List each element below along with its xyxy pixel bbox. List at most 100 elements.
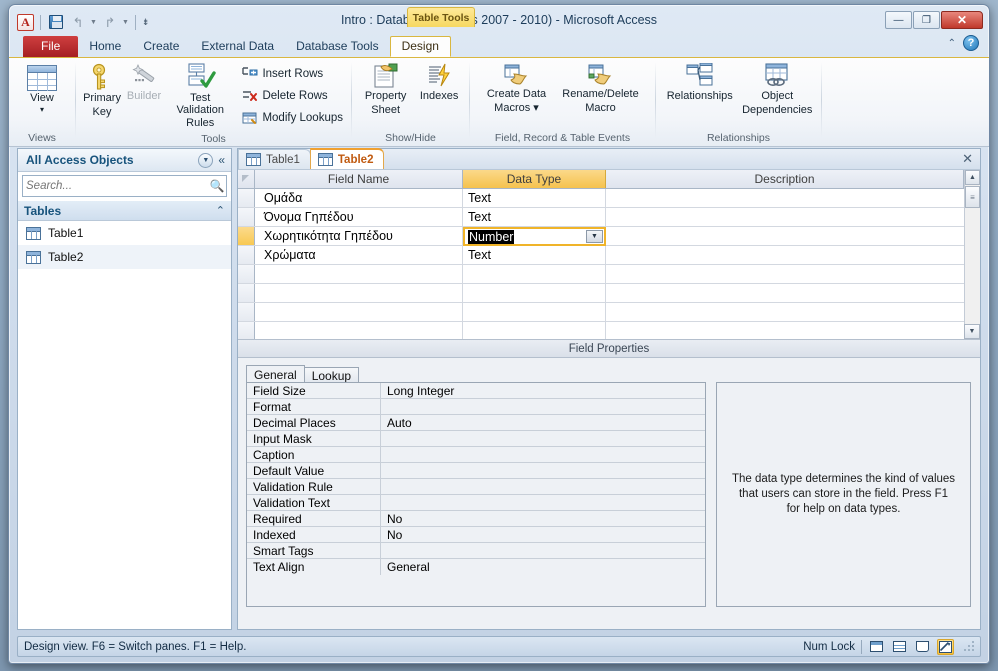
cell-field-name[interactable]: Χωρητικότητα Γηπέδου <box>255 227 463 245</box>
property-row-format[interactable]: Format <box>247 399 705 415</box>
test-validation-rules-button[interactable]: Test Validation Rules <box>165 61 235 132</box>
view-button[interactable]: View ▾ <box>21 61 63 117</box>
datasheet-view-button[interactable] <box>868 639 885 655</box>
nav-item-table1[interactable]: Table1 <box>18 221 231 245</box>
property-row-caption[interactable]: Caption <box>247 447 705 463</box>
cell-data-type[interactable]: Text <box>463 208 606 226</box>
column-header-field-name[interactable]: Field Name <box>255 170 463 188</box>
minimize-button[interactable]: — <box>885 11 912 29</box>
relationships-button[interactable]: Relationships <box>661 61 739 105</box>
row-selector[interactable] <box>238 208 255 226</box>
chevron-down-icon[interactable]: ▼ <box>586 230 603 243</box>
table-row[interactable]: Ομάδα Text <box>238 189 964 208</box>
cell-field-name[interactable] <box>255 322 463 339</box>
table-row[interactable]: Χρώματα Text <box>238 246 964 265</box>
cell-data-type[interactable]: Text <box>463 189 606 207</box>
cell-description[interactable] <box>606 284 964 302</box>
scrollbar-thumb[interactable]: ≡ <box>965 186 980 208</box>
restore-button[interactable]: ❐ <box>913 11 940 29</box>
close-button[interactable]: ✕ <box>941 11 983 29</box>
table-row[interactable]: Όνομα Γηπέδου Text <box>238 208 964 227</box>
cell-data-type[interactable] <box>463 322 606 339</box>
redo-icon[interactable]: ↱ <box>101 13 119 31</box>
property-value[interactable]: Auto <box>381 415 705 430</box>
property-value[interactable]: Long Integer <box>381 383 705 398</box>
view-dropdown-icon[interactable]: ▾ <box>40 104 44 116</box>
property-row-decimal-places[interactable]: Decimal Places Auto <box>247 415 705 431</box>
table-row-empty[interactable] <box>238 284 964 303</box>
nav-group-tables[interactable]: Tables ⌃ <box>18 200 231 221</box>
cell-description[interactable] <box>606 322 964 339</box>
property-value[interactable] <box>381 399 705 414</box>
search-box[interactable]: 🔍 <box>22 175 227 197</box>
delete-rows-button[interactable]: Delete Rows <box>239 85 346 106</box>
access-logo-icon[interactable]: A <box>17 13 34 31</box>
property-value[interactable]: No <box>381 527 705 542</box>
row-selector[interactable] <box>238 189 255 207</box>
row-selector[interactable] <box>238 246 255 264</box>
document-tab-table2[interactable]: Table2 <box>309 148 385 169</box>
ribbon-tab-database-tools[interactable]: Database Tools <box>285 36 390 57</box>
row-selector[interactable] <box>238 265 255 283</box>
primary-key-button[interactable]: Primary Key <box>81 61 123 120</box>
cell-description[interactable] <box>606 303 964 321</box>
chevron-down-icon[interactable]: ▼ <box>198 152 214 168</box>
table-row-empty[interactable] <box>238 265 964 284</box>
row-selector[interactable] <box>238 303 255 321</box>
close-icon[interactable]: ✕ <box>962 151 973 167</box>
property-row-text-align[interactable]: Text Align General <box>247 559 705 575</box>
property-value[interactable]: No <box>381 511 705 526</box>
pivotchart-view-button[interactable] <box>914 639 931 655</box>
cell-field-name[interactable] <box>255 303 463 321</box>
cell-data-type[interactable] <box>463 303 606 321</box>
property-row-smart-tags[interactable]: Smart Tags <box>247 543 705 559</box>
property-value[interactable] <box>381 463 705 478</box>
property-row-field-size[interactable]: Field Size Long Integer <box>247 383 705 399</box>
cell-description[interactable] <box>606 189 964 207</box>
row-selector[interactable] <box>238 322 255 339</box>
grid-vertical-scrollbar[interactable]: ▲ ≡ ▼ <box>964 170 980 339</box>
pivottable-view-button[interactable] <box>891 639 908 655</box>
chevron-up-icon[interactable]: ⌃ <box>216 204 225 217</box>
chevron-up-icon[interactable]: ⌃ <box>948 38 956 49</box>
help-icon[interactable]: ? <box>963 35 979 51</box>
cell-field-name[interactable] <box>255 284 463 302</box>
property-value[interactable] <box>381 495 705 510</box>
property-value[interactable] <box>381 431 705 446</box>
ribbon-tab-home[interactable]: Home <box>78 36 132 57</box>
column-header-data-type[interactable]: Data Type <box>463 170 606 188</box>
scroll-up-button[interactable]: ▲ <box>965 170 980 185</box>
cell-field-name[interactable] <box>255 265 463 283</box>
cell-data-type[interactable]: Text <box>463 246 606 264</box>
property-value[interactable] <box>381 447 705 462</box>
cell-field-name[interactable]: Ομάδα <box>255 189 463 207</box>
cell-data-type[interactable] <box>463 284 606 302</box>
cell-description[interactable] <box>606 208 964 226</box>
cell-data-type-editing[interactable]: Number ▼ <box>463 227 606 246</box>
create-data-macros-button[interactable]: Create Data Macros ▾ <box>479 61 555 116</box>
property-value[interactable] <box>381 543 705 558</box>
table-row-empty[interactable] <box>238 322 964 339</box>
undo-dropdown-icon[interactable]: ▼ <box>90 19 97 26</box>
column-header-description[interactable]: Description <box>606 170 964 188</box>
rename-delete-macro-button[interactable]: Rename/Delete Macro <box>555 61 647 116</box>
scroll-down-button[interactable]: ▼ <box>964 324 980 339</box>
property-value[interactable]: General <box>381 559 705 575</box>
property-row-required[interactable]: Required No <box>247 511 705 527</box>
nav-item-table2[interactable]: Table2 <box>18 245 231 269</box>
double-chevron-left-icon[interactable]: « <box>218 153 225 167</box>
customize-toolbar-icon[interactable]: ⇟ <box>142 17 150 28</box>
insert-rows-button[interactable]: Insert Rows <box>239 63 346 84</box>
property-row-default-value[interactable]: Default Value <box>247 463 705 479</box>
ribbon-tab-design[interactable]: Design <box>389 36 451 57</box>
resize-grip-icon[interactable] <box>963 641 974 652</box>
indexes-button[interactable]: Indexes <box>414 61 464 105</box>
cell-description[interactable] <box>606 246 964 264</box>
cell-description[interactable] <box>606 227 964 245</box>
grid-corner-selector[interactable] <box>238 170 255 188</box>
row-selector-current[interactable] <box>238 227 255 245</box>
modify-lookups-button[interactable]: Modify Lookups <box>239 107 346 128</box>
document-tab-table1[interactable]: Table1 <box>238 149 311 169</box>
property-row-input-mask[interactable]: Input Mask <box>247 431 705 447</box>
property-row-validation-text[interactable]: Validation Text <box>247 495 705 511</box>
